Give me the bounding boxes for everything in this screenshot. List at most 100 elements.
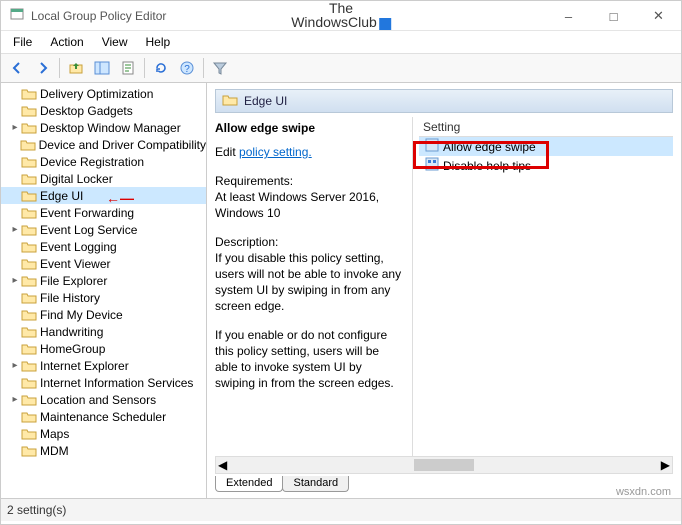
expander-icon[interactable]: ▸ bbox=[9, 360, 21, 371]
watermark: wsxdn.com bbox=[616, 486, 671, 498]
window-title: Local Group Policy Editor bbox=[31, 9, 166, 23]
menubar: File Action View Help bbox=[1, 31, 681, 53]
tree-item-maintenance-scheduler[interactable]: Maintenance Scheduler bbox=[1, 408, 206, 425]
folder-icon bbox=[21, 410, 37, 424]
expander-icon[interactable]: ▸ bbox=[9, 394, 21, 405]
close-button[interactable]: ✕ bbox=[636, 1, 681, 31]
menu-action[interactable]: Action bbox=[42, 33, 91, 51]
tree-item-label: Digital Locker bbox=[40, 172, 113, 186]
folder-icon bbox=[21, 206, 37, 220]
tree-item-label: Desktop Gadgets bbox=[40, 104, 133, 118]
tree-item-label: MDM bbox=[40, 444, 69, 458]
show-hide-tree-button[interactable] bbox=[90, 56, 114, 80]
up-button[interactable] bbox=[64, 56, 88, 80]
tree-item-label: Internet Explorer bbox=[40, 359, 129, 373]
scroll-left-icon[interactable]: ◀ bbox=[218, 458, 227, 472]
folder-icon bbox=[21, 359, 37, 373]
tree-pane[interactable]: Delivery Optimization Desktop Gadgets▸Des… bbox=[1, 83, 207, 498]
folder-icon bbox=[21, 427, 37, 441]
setting-row-disable-help-tips[interactable]: Disable help tips bbox=[419, 156, 673, 175]
tree-item-event-viewer[interactable]: Event Viewer bbox=[1, 255, 206, 272]
tree-item-label: Event Logging bbox=[40, 240, 117, 254]
expander-icon[interactable]: ▸ bbox=[9, 122, 21, 133]
forward-button[interactable] bbox=[31, 56, 55, 80]
tree-item-desktop-window-manager[interactable]: ▸Desktop Window Manager bbox=[1, 119, 206, 136]
tree-item-label: Find My Device bbox=[40, 308, 123, 322]
tree-item-delivery-optimization[interactable]: Delivery Optimization bbox=[1, 85, 206, 102]
tree-item-edge-ui[interactable]: Edge UI←— bbox=[1, 187, 206, 204]
titlebar: Local Group Policy Editor The WindowsClu… bbox=[1, 1, 681, 31]
tree-item-label: HomeGroup bbox=[40, 342, 105, 356]
filter-button[interactable] bbox=[208, 56, 232, 80]
tree-item-location-and-sensors[interactable]: ▸Location and Sensors bbox=[1, 391, 206, 408]
tab-extended[interactable]: Extended bbox=[215, 476, 283, 492]
setting-row-allow-edge-swipe[interactable]: Allow edge swipe bbox=[419, 137, 673, 156]
tree-item-file-explorer[interactable]: ▸ File Explorer bbox=[1, 272, 206, 289]
tree-item-file-history[interactable]: File History bbox=[1, 289, 206, 306]
right-pane: Edge UI Allow edge swipe Edit policy set… bbox=[207, 83, 681, 498]
tree-item-label: Device and Driver Compatibility bbox=[39, 138, 206, 152]
tree-item-internet-information-services[interactable]: Internet Information Services bbox=[1, 374, 206, 391]
scroll-right-icon[interactable]: ▶ bbox=[661, 458, 670, 472]
folder-icon bbox=[21, 393, 37, 407]
folder-icon bbox=[222, 93, 238, 109]
menu-file[interactable]: File bbox=[5, 33, 40, 51]
policy-title: Allow edge swipe bbox=[215, 121, 404, 135]
expander-icon[interactable]: ▸ bbox=[9, 275, 21, 286]
app-icon bbox=[9, 6, 25, 25]
tree-item-event-log-service[interactable]: ▸ Event Log Service bbox=[1, 221, 206, 238]
category-header: Edge UI bbox=[215, 89, 673, 113]
tree-item-desktop-gadgets[interactable]: Desktop Gadgets bbox=[1, 102, 206, 119]
tree-item-mdm[interactable]: MDM bbox=[1, 442, 206, 459]
tree-item-device-and-driver-compatibility[interactable]: Device and Driver Compatibility bbox=[1, 136, 206, 153]
menu-help[interactable]: Help bbox=[138, 33, 179, 51]
help-button[interactable]: ? bbox=[175, 56, 199, 80]
tree-item-event-forwarding[interactable]: Event Forwarding bbox=[1, 204, 206, 221]
brand-logo: The WindowsClub bbox=[291, 1, 391, 29]
tab-standard[interactable]: Standard bbox=[282, 476, 349, 492]
status-text: 2 setting(s) bbox=[7, 503, 66, 517]
setting-label: Allow edge swipe bbox=[443, 140, 536, 154]
folder-icon bbox=[21, 444, 37, 458]
folder-icon bbox=[21, 155, 37, 169]
tree-item-event-logging[interactable]: Event Logging bbox=[1, 238, 206, 255]
export-button[interactable] bbox=[116, 56, 140, 80]
folder-icon bbox=[21, 376, 37, 390]
toolbar: ? bbox=[1, 53, 681, 83]
tree-item-device-registration[interactable]: Device Registration bbox=[1, 153, 206, 170]
menu-view[interactable]: View bbox=[94, 33, 136, 51]
tree-item-maps[interactable]: Maps bbox=[1, 425, 206, 442]
tree-item-label: File Explorer bbox=[40, 274, 107, 288]
settings-list: Setting Allow edge swipe Disable help tip… bbox=[413, 117, 673, 456]
tree-item-homegroup[interactable]: HomeGroup bbox=[1, 340, 206, 357]
tree-item-label: Internet Information Services bbox=[40, 376, 193, 390]
edit-policy-link[interactable]: policy setting. bbox=[239, 145, 312, 159]
tree-item-label: Event Log Service bbox=[40, 223, 137, 237]
tree-item-digital-locker[interactable]: Digital Locker bbox=[1, 170, 206, 187]
detail-description: Allow edge swipe Edit policy setting. Re… bbox=[215, 117, 413, 456]
setting-label: Disable help tips bbox=[443, 159, 531, 173]
folder-icon bbox=[21, 325, 37, 339]
tree-item-internet-explorer[interactable]: ▸ Internet Explorer bbox=[1, 357, 206, 374]
refresh-button[interactable] bbox=[149, 56, 173, 80]
tree-item-label: Event Viewer bbox=[40, 257, 110, 271]
content-area: Delivery Optimization Desktop Gadgets▸Des… bbox=[1, 83, 681, 499]
tree-item-label: Handwriting bbox=[40, 325, 103, 339]
tree-item-handwriting[interactable]: Handwriting bbox=[1, 323, 206, 340]
svg-text:?: ? bbox=[184, 64, 190, 75]
minimize-button[interactable]: – bbox=[546, 1, 591, 31]
maximize-button[interactable]: □ bbox=[591, 1, 636, 31]
statusbar: 2 setting(s) bbox=[1, 499, 681, 521]
folder-icon bbox=[21, 189, 37, 203]
tree-item-label: Event Forwarding bbox=[40, 206, 134, 220]
horizontal-scrollbar[interactable]: ◀ ▶ bbox=[215, 456, 673, 474]
folder-icon bbox=[21, 274, 37, 288]
tree-item-label: Device Registration bbox=[40, 155, 144, 169]
column-header-setting[interactable]: Setting bbox=[419, 117, 673, 137]
scroll-thumb[interactable] bbox=[414, 459, 474, 471]
back-button[interactable] bbox=[5, 56, 29, 80]
tree-item-find-my-device[interactable]: Find My Device bbox=[1, 306, 206, 323]
tree-item-label: File History bbox=[40, 291, 100, 305]
expander-icon[interactable]: ▸ bbox=[9, 224, 21, 235]
setting-icon bbox=[425, 138, 439, 155]
